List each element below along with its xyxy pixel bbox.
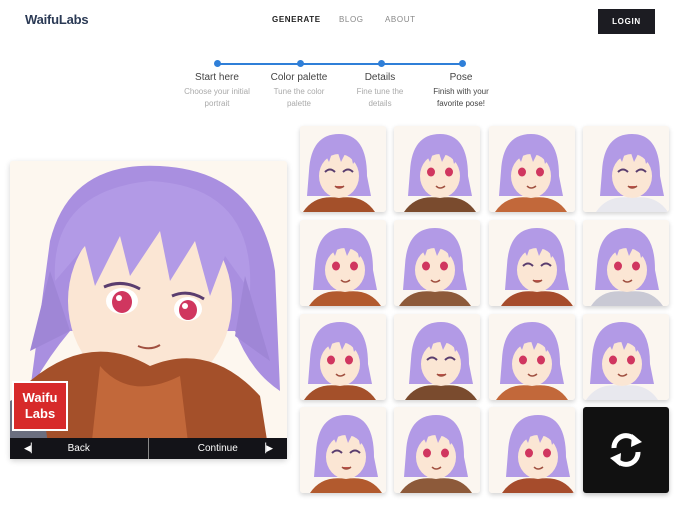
step-start-here[interactable]: Start here Choose your initial portrait — [174, 72, 260, 110]
step-title: Color palette — [270, 72, 328, 83]
pose-option-14[interactable] — [394, 407, 480, 493]
stepper-line — [218, 63, 464, 65]
pose-illustration — [394, 314, 480, 400]
pose-illustration — [300, 314, 386, 400]
regenerate-button[interactable] — [583, 407, 669, 493]
logo[interactable]: WaifuLabs — [25, 12, 89, 27]
pose-illustration — [394, 220, 480, 306]
step-desc: palette — [286, 99, 312, 108]
step-pose[interactable]: Pose Finish with your favorite pose! — [418, 72, 504, 110]
pose-illustration — [489, 407, 575, 493]
pose-option-7[interactable] — [489, 220, 575, 306]
step-desc: favorite pose! — [436, 99, 486, 108]
step-title: Pose — [449, 72, 473, 83]
step-desc: Tune the color — [273, 87, 325, 96]
pose-option-2[interactable] — [394, 126, 480, 212]
pose-option-3[interactable] — [489, 126, 575, 212]
pose-option-4[interactable] — [583, 126, 669, 212]
step-desc: Fine tune the — [356, 87, 404, 96]
step-dot-1[interactable] — [214, 60, 221, 67]
step-desc: Choose your initial — [184, 87, 250, 96]
skip-back-icon: ◀▏ — [24, 443, 38, 453]
pose-illustration — [583, 220, 669, 306]
pose-option-10[interactable] — [394, 314, 480, 400]
back-button[interactable]: ◀▏ Back — [10, 438, 149, 459]
preview-nav-bar: ◀▏ Back Continue ▕▶ — [10, 438, 287, 459]
nav-blog[interactable]: BLOG — [339, 15, 364, 24]
nav-generate[interactable]: GENERATE — [272, 15, 321, 24]
step-title: Start here — [195, 72, 239, 83]
pose-option-8[interactable] — [583, 220, 669, 306]
pose-illustration — [300, 126, 386, 212]
pose-illustration — [489, 126, 575, 212]
step-dot-4[interactable] — [459, 60, 466, 67]
pose-illustration — [489, 220, 575, 306]
step-details[interactable]: Details Fine tune the details — [337, 72, 423, 110]
pose-illustration — [300, 407, 386, 493]
login-button[interactable]: LOGIN — [598, 9, 655, 34]
step-desc: portrait — [204, 99, 230, 108]
skip-forward-icon: ▕▶ — [259, 443, 273, 453]
step-dot-3[interactable] — [378, 60, 385, 67]
step-desc: Finish with your — [433, 87, 489, 96]
waifulabs-badge: Waifu Labs — [12, 381, 68, 431]
step-color-palette[interactable]: Color palette Tune the color palette — [256, 72, 342, 110]
pose-option-9[interactable] — [300, 314, 386, 400]
refresh-icon — [610, 433, 642, 467]
pose-illustration — [394, 126, 480, 212]
pose-option-5[interactable] — [300, 220, 386, 306]
step-title: Details — [364, 72, 396, 83]
nav-about[interactable]: ABOUT — [385, 15, 416, 24]
pose-option-11[interactable] — [489, 314, 575, 400]
pose-illustration — [583, 126, 669, 212]
continue-button[interactable]: Continue ▕▶ — [149, 438, 288, 459]
pose-illustration — [394, 407, 480, 493]
step-desc: details — [368, 99, 392, 108]
pose-illustration — [583, 314, 669, 400]
pose-option-6[interactable] — [394, 220, 480, 306]
pose-option-15[interactable] — [489, 407, 575, 493]
pose-option-12[interactable] — [583, 314, 669, 400]
step-dot-2[interactable] — [297, 60, 304, 67]
pose-option-13[interactable] — [300, 407, 386, 493]
pose-illustration — [489, 314, 575, 400]
pose-option-1[interactable] — [300, 126, 386, 212]
pose-illustration — [300, 220, 386, 306]
